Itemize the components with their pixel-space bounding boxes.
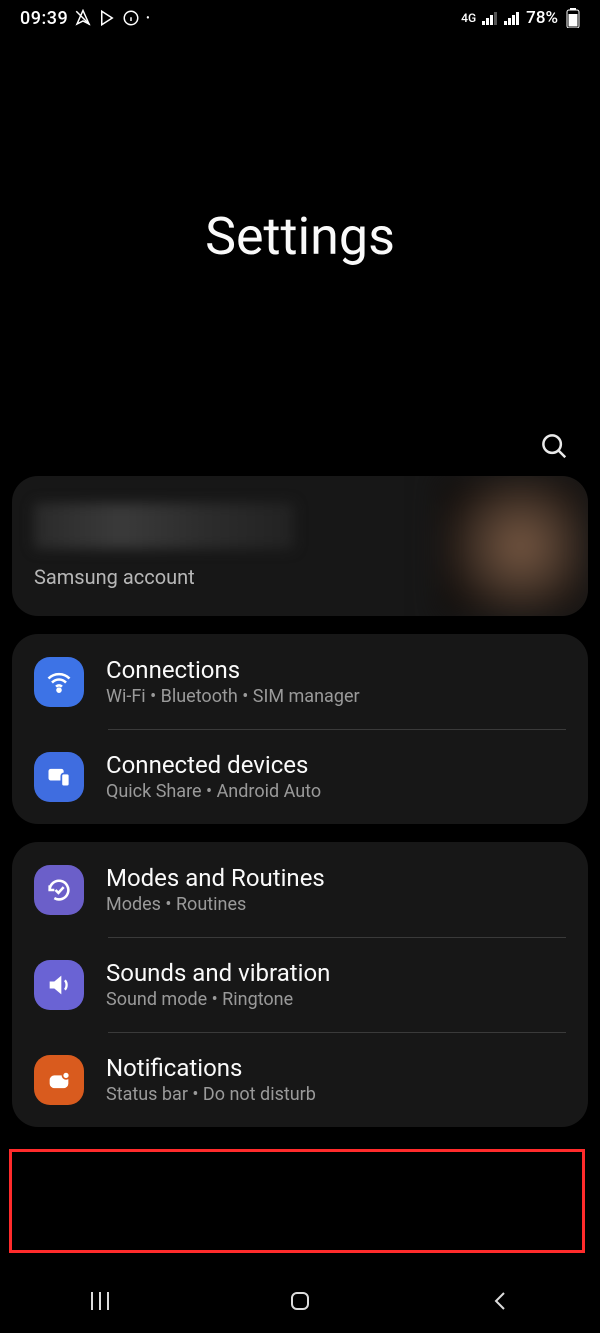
row-title: Sounds and vibration — [106, 959, 330, 987]
avatar-redacted — [438, 476, 588, 616]
nav-back-button[interactable] — [440, 1281, 560, 1321]
settings-group-system: Modes and Routines Modes • Routines Soun… — [12, 842, 588, 1127]
search-icon — [539, 431, 569, 461]
search-button[interactable] — [534, 426, 574, 466]
notifications-icon — [34, 1055, 84, 1105]
status-left: 09:39 • — [20, 8, 150, 29]
row-subtitle: Status bar • Do not disturb — [106, 1084, 316, 1105]
signal-icon-2 — [504, 11, 520, 25]
row-subtitle: Sound mode • Ringtone — [106, 989, 330, 1010]
settings-row-notifications[interactable]: Notifications Status bar • Do not distur… — [12, 1032, 588, 1127]
settings-row-connected-devices[interactable]: Connected devices Quick Share • Android … — [12, 729, 588, 824]
info-icon — [122, 9, 140, 27]
settings-header: Settings — [0, 36, 600, 476]
row-title: Notifications — [106, 1054, 316, 1082]
highlight-annotation — [9, 1149, 585, 1253]
network-type-label: 4G — [461, 12, 476, 24]
status-bar: 09:39 • 4G — [0, 0, 600, 36]
row-subtitle: Wi-Fi • Bluetooth • SIM manager — [106, 686, 360, 707]
battery-icon — [566, 8, 580, 28]
status-right: 4G 78% — [461, 8, 580, 28]
account-name-redacted — [34, 503, 294, 549]
samsung-account-card[interactable]: Samsung account — [12, 476, 588, 616]
nav-home-button[interactable] — [240, 1281, 360, 1321]
page-title: Settings — [205, 206, 395, 267]
signal-icon — [482, 11, 498, 25]
status-time: 09:39 — [20, 8, 68, 29]
settings-row-modes-routines[interactable]: Modes and Routines Modes • Routines — [12, 842, 588, 937]
row-subtitle: Modes • Routines — [106, 894, 325, 915]
navigation-bar — [0, 1269, 600, 1333]
nav-recents-button[interactable] — [40, 1281, 160, 1321]
settings-row-sounds-vibration[interactable]: Sounds and vibration Sound mode • Ringto… — [12, 937, 588, 1032]
settings-group-connectivity: Connections Wi-Fi • Bluetooth • SIM mana… — [12, 634, 588, 824]
dot-icon: • — [146, 13, 150, 24]
back-icon — [490, 1289, 510, 1313]
settings-row-connections[interactable]: Connections Wi-Fi • Bluetooth • SIM mana… — [12, 634, 588, 729]
location-off-icon — [74, 9, 92, 27]
wifi-icon — [34, 657, 84, 707]
row-title: Modes and Routines — [106, 864, 325, 892]
row-subtitle: Quick Share • Android Auto — [106, 781, 321, 802]
home-icon — [287, 1288, 313, 1314]
play-store-icon — [98, 9, 116, 27]
row-title: Connected devices — [106, 751, 321, 779]
recents-icon — [87, 1290, 113, 1312]
battery-text: 78% — [526, 8, 558, 28]
sound-icon — [34, 960, 84, 1010]
row-title: Connections — [106, 656, 360, 684]
devices-icon — [34, 752, 84, 802]
routines-icon — [34, 865, 84, 915]
